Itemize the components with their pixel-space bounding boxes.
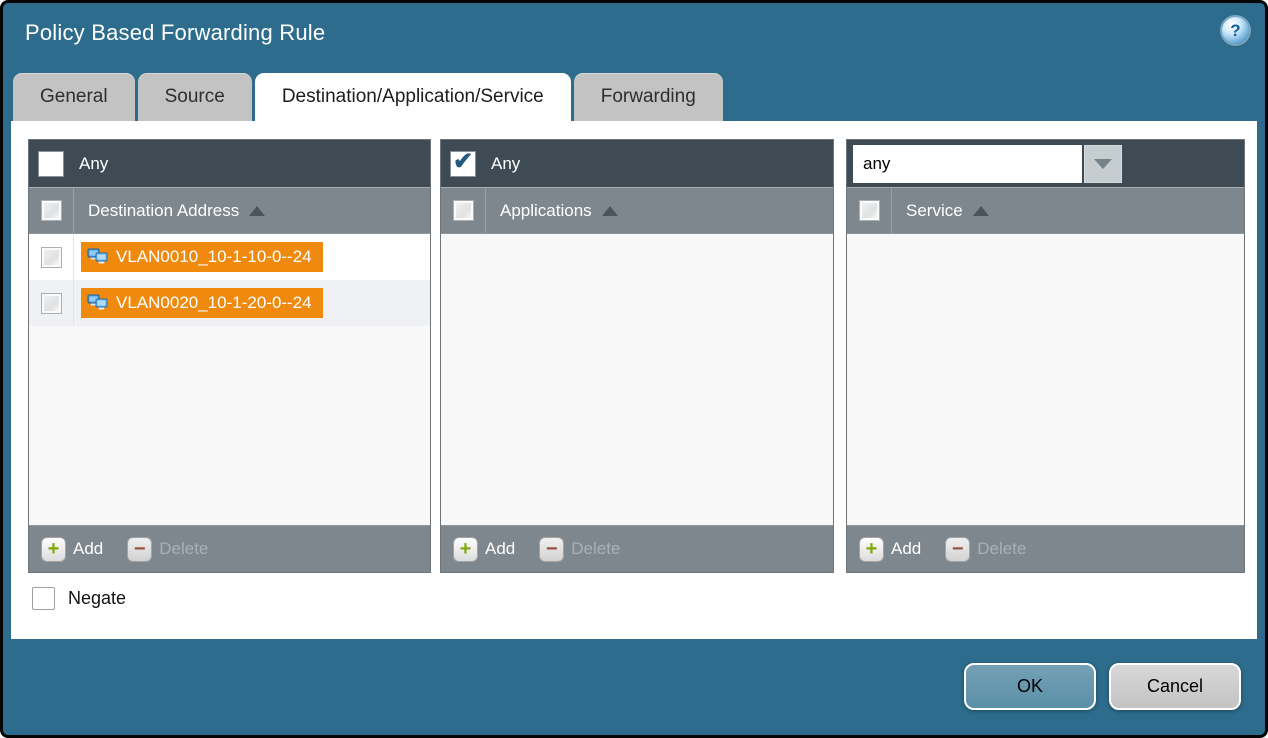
applications-any-checkbox[interactable]: ✔ xyxy=(450,151,476,177)
applications-add-button[interactable]: + Add xyxy=(453,537,515,562)
negate-option: Negate xyxy=(32,587,126,610)
applications-select-all-checkbox[interactable] xyxy=(453,200,474,221)
applications-column-header: Applications xyxy=(441,187,833,234)
address-object-badge[interactable]: VLAN0020_10-1-20-0--24 xyxy=(81,288,323,318)
service-dropdown-bar: any xyxy=(847,140,1244,187)
address-object-badge[interactable]: VLAN0010_10-1-10-0--24 xyxy=(81,242,323,272)
service-select-all-checkbox[interactable] xyxy=(859,200,880,221)
policy-based-forwarding-dialog: Policy Based Forwarding Rule ? General S… xyxy=(0,0,1268,738)
dialog-title: Policy Based Forwarding Rule xyxy=(25,20,325,46)
add-icon: + xyxy=(41,537,66,562)
service-dropdown: any xyxy=(853,145,1122,183)
service-list xyxy=(847,234,1244,525)
service-dropdown-button[interactable] xyxy=(1084,145,1122,183)
applications-column: ✔ Any Applications + Add − xyxy=(440,139,834,573)
destination-add-button[interactable]: + Add xyxy=(41,537,103,562)
destination-header-label[interactable]: Destination Address xyxy=(88,201,239,221)
add-icon: + xyxy=(453,537,478,562)
cancel-button[interactable]: Cancel xyxy=(1109,663,1241,710)
help-icon[interactable]: ? xyxy=(1222,17,1249,44)
delete-icon: − xyxy=(127,537,152,562)
service-column: any Service + Add xyxy=(846,139,1245,573)
destination-any-bar: Any xyxy=(29,140,430,187)
tab-bar: General Source Destination/Application/S… xyxy=(13,73,723,121)
tab-forwarding[interactable]: Forwarding xyxy=(574,73,723,121)
applications-any-label: Any xyxy=(491,154,520,174)
service-add-button[interactable]: + Add xyxy=(859,537,921,562)
tab-general[interactable]: General xyxy=(13,73,135,121)
tab-source[interactable]: Source xyxy=(138,73,252,121)
checkbox-checked-icon: ✔ xyxy=(453,150,473,174)
row-checkbox[interactable] xyxy=(41,293,62,314)
dialog-buttons: OK Cancel xyxy=(3,663,1241,710)
header-divider xyxy=(485,188,486,233)
destination-any-checkbox[interactable] xyxy=(38,151,64,177)
header-divider xyxy=(73,188,74,233)
header-divider xyxy=(891,188,892,233)
service-header-label[interactable]: Service xyxy=(906,201,963,221)
destination-footer: + Add − Delete xyxy=(29,525,430,572)
add-icon: + xyxy=(859,537,884,562)
applications-delete-button[interactable]: − Delete xyxy=(539,537,620,562)
tab-content-panel: Any Destination Address xyxy=(11,121,1257,639)
applications-header-label[interactable]: Applications xyxy=(500,201,592,221)
columns-container: Any Destination Address xyxy=(28,139,1245,573)
table-row: VLAN0020_10-1-20-0--24 xyxy=(29,280,430,326)
delete-icon: − xyxy=(539,537,564,562)
applications-any-bar: ✔ Any xyxy=(441,140,833,187)
sort-ascending-icon[interactable] xyxy=(973,206,989,216)
service-footer: + Add − Delete xyxy=(847,525,1244,572)
destination-select-all-checkbox[interactable] xyxy=(41,200,62,221)
sort-ascending-icon[interactable] xyxy=(249,206,265,216)
address-object-name: VLAN0010_10-1-10-0--24 xyxy=(116,247,312,267)
destination-address-column: Any Destination Address xyxy=(28,139,431,573)
applications-list xyxy=(441,234,833,525)
network-icon xyxy=(87,294,109,312)
service-column-header: Service xyxy=(847,187,1244,234)
tab-destination-application-service[interactable]: Destination/Application/Service xyxy=(255,73,571,121)
destination-column-header: Destination Address xyxy=(29,187,430,234)
negate-checkbox[interactable] xyxy=(32,587,55,610)
row-checkbox[interactable] xyxy=(41,247,62,268)
network-icon xyxy=(87,248,109,266)
sort-ascending-icon[interactable] xyxy=(602,206,618,216)
service-delete-button[interactable]: − Delete xyxy=(945,537,1026,562)
applications-footer: + Add − Delete xyxy=(441,525,833,572)
ok-button[interactable]: OK xyxy=(964,663,1096,710)
address-object-name: VLAN0020_10-1-20-0--24 xyxy=(116,293,312,313)
destination-list: VLAN0010_10-1-10-0--24 xyxy=(29,234,430,525)
destination-any-label: Any xyxy=(79,154,108,174)
table-row: VLAN0010_10-1-10-0--24 xyxy=(29,234,430,280)
negate-label: Negate xyxy=(68,588,126,609)
chevron-down-icon xyxy=(1094,159,1112,169)
delete-icon: − xyxy=(945,537,970,562)
service-dropdown-value[interactable]: any xyxy=(853,145,1082,183)
destination-delete-button[interactable]: − Delete xyxy=(127,537,208,562)
